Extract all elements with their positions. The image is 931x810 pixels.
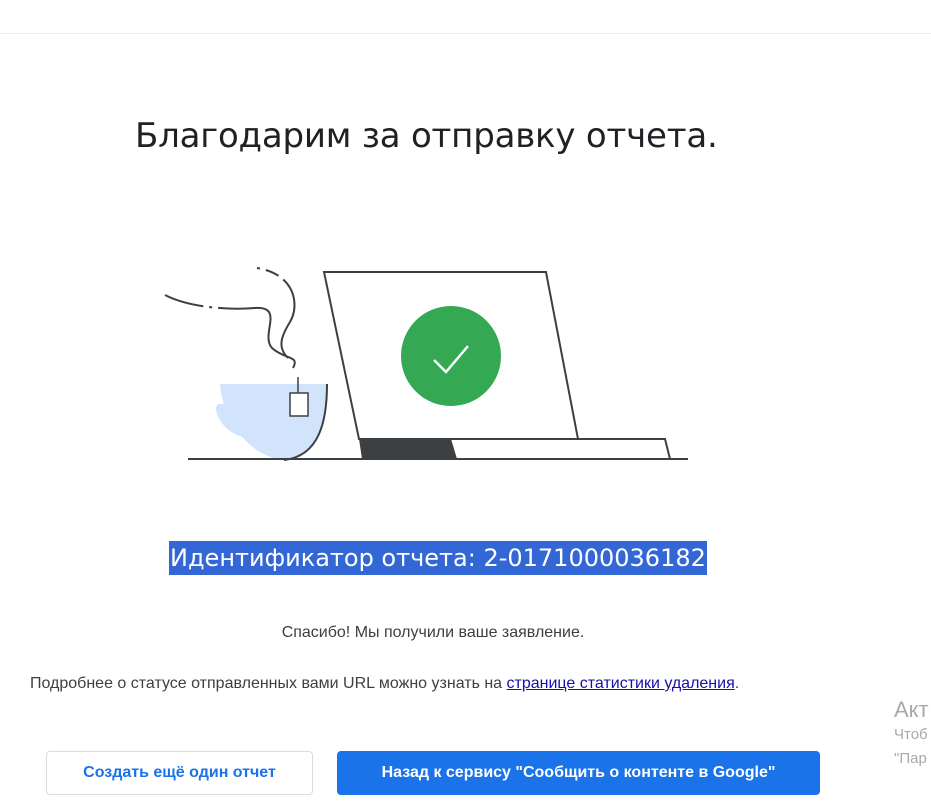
removal-stats-link[interactable]: странице статистики удаления (507, 675, 735, 692)
tea-cup-icon (216, 377, 328, 461)
watermark-line: "Пар (894, 750, 927, 767)
watermark-line: Чтоб (894, 726, 928, 743)
steam-line-icon (164, 294, 296, 369)
back-to-service-button[interactable]: Назад к сервису "Сообщить о контенте в G… (337, 751, 820, 795)
create-another-report-button[interactable]: Создать ещё один отчет (46, 751, 313, 795)
page-title: Благодарим за отправку отчета. (135, 116, 718, 156)
status-text: Подробнее о статусе отправленных вами UR… (30, 675, 507, 692)
report-id: Идентификатор отчета: 2-0171000036182 (169, 541, 707, 575)
checkmark-icon (401, 306, 501, 406)
status-info: Подробнее о статусе отправленных вами UR… (30, 675, 739, 693)
watermark-title: Акт (894, 697, 929, 722)
top-divider (0, 33, 931, 34)
activation-watermark: Акт Чтоб "Пар (894, 697, 929, 771)
steam-line-icon (256, 267, 296, 359)
page: Благодарим за отправку отчета. Идентифик… (0, 0, 931, 810)
laptop-tea-illustration (164, 267, 688, 461)
thanks-message: Спасибо! Мы получили ваше заявление. (281, 624, 585, 641)
status-text-end: . (734, 675, 740, 692)
